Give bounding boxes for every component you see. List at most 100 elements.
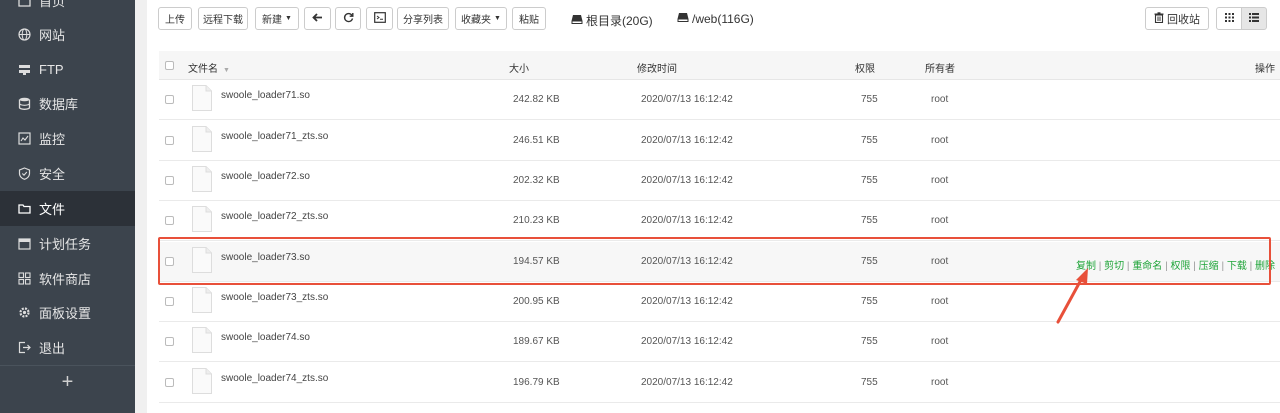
trash-icon — [1154, 11, 1164, 26]
disk-web-link[interactable]: /web(116G) — [677, 12, 754, 26]
file-icon — [192, 327, 212, 353]
file-icon — [192, 206, 212, 232]
sidebar-item-label: 文件 — [39, 202, 66, 217]
sidebar-item-security[interactable]: 安全 — [0, 156, 135, 191]
sidebar-item-logout[interactable]: 退出 — [0, 330, 135, 365]
sidebar-item-database[interactable]: 数据库 — [0, 86, 135, 121]
table-row[interactable]: swoole_loader72.so 202.32 KB 2020/07/13 16… — [159, 161, 1280, 201]
column-header-ops: 操作 — [1255, 64, 1275, 75]
share-list-button[interactable]: 分享列表 — [397, 7, 449, 30]
file-name[interactable]: swoole_loader73_zts.so — [221, 292, 328, 303]
column-header-mtime[interactable]: 修改时间 — [637, 60, 677, 75]
list-view-button[interactable] — [1241, 7, 1267, 30]
row-checkbox[interactable] — [165, 378, 174, 387]
file-mtime: 2020/07/13 16:12:42 — [641, 377, 733, 388]
globe-icon — [17, 28, 31, 42]
column-header-owner[interactable]: 所有者 — [925, 60, 955, 75]
list-view-icon — [1249, 12, 1259, 25]
sort-caret-icon: ▼ — [223, 67, 230, 74]
file-name[interactable]: swoole_loader72.so — [221, 171, 310, 182]
sidebar-item-store[interactable]: 软件商店 — [0, 261, 135, 296]
new-dropdown-button[interactable]: 新建 ▼ — [255, 7, 299, 30]
file-owner[interactable]: root — [931, 94, 948, 105]
file-perm[interactable]: 755 — [861, 135, 878, 146]
select-all-checkbox[interactable] — [165, 61, 174, 70]
recycle-bin-label: 回收站 — [1167, 13, 1200, 26]
sidebar-item-label: 计划任务 — [39, 237, 92, 252]
sidebar-item-website[interactable]: 网站 — [0, 17, 135, 52]
column-header-name[interactable]: 文件名 ▼ — [188, 60, 230, 75]
table-row[interactable]: swoole_loader71.so 242.82 KB 2020/07/13 16… — [159, 80, 1280, 120]
row-checkbox[interactable] — [165, 136, 174, 145]
favorites-dropdown-button[interactable]: 收藏夹 ▼ — [455, 7, 507, 30]
database-icon — [17, 97, 31, 111]
grid-view-button[interactable] — [1216, 7, 1242, 30]
file-icon — [192, 287, 212, 313]
column-header-perm[interactable]: 权限 — [855, 60, 875, 75]
row-checkbox[interactable] — [165, 337, 174, 346]
file-size: 200.95 KB — [513, 296, 560, 307]
file-perm[interactable]: 755 — [861, 94, 878, 105]
sidebar-item-ftp[interactable]: FTP — [0, 52, 135, 87]
sidebar-item-monitor[interactable]: 监控 — [0, 121, 135, 156]
table-row[interactable]: swoole_loader74.so 189.67 KB 2020/07/13 16… — [159, 322, 1280, 362]
file-icon — [192, 85, 212, 111]
row-checkbox[interactable] — [165, 95, 174, 104]
remote-download-button[interactable]: 远程下载 — [198, 7, 248, 30]
sidebar-item-cron[interactable]: 计划任务 — [0, 226, 135, 261]
file-icon — [192, 368, 212, 394]
toolbar: 上传 远程下载 新建 ▼ 分享列表 收藏夹 ▼ 粘贴 根目录(20G) /web… — [147, 0, 1280, 40]
file-table: 文件名 ▼ 大小 修改时间 权限 所有者 操作 swoole_loader71.s… — [159, 51, 1280, 403]
file-perm[interactable]: 755 — [861, 296, 878, 307]
file-mtime: 2020/07/13 16:12:42 — [641, 94, 733, 105]
file-perm[interactable]: 755 — [861, 215, 878, 226]
ftp-icon — [17, 63, 31, 77]
file-name[interactable]: swoole_loader71.so — [221, 90, 310, 101]
back-arrow-icon — [312, 12, 323, 25]
sidebar-item-settings[interactable]: 面板设置 — [0, 295, 135, 330]
file-owner[interactable]: root — [931, 175, 948, 186]
file-owner[interactable]: root — [931, 135, 948, 146]
row-checkbox[interactable] — [165, 216, 174, 225]
paste-button[interactable]: 粘贴 — [512, 7, 546, 30]
grid-icon — [17, 272, 31, 286]
table-row[interactable]: swoole_loader74_zts.so 196.79 KB 2020/07/1… — [159, 363, 1280, 403]
add-menu-button[interactable]: + — [0, 365, 135, 399]
terminal-button[interactable] — [366, 7, 393, 30]
file-perm[interactable]: 755 — [861, 175, 878, 186]
sidebar-item-label: FTP — [39, 62, 64, 77]
table-row[interactable]: swoole_loader72_zts.so 210.23 KB 2020/07/1… — [159, 201, 1280, 241]
row-checkbox[interactable] — [165, 176, 174, 185]
row-checkbox[interactable] — [165, 297, 174, 306]
table-row[interactable]: swoole_loader73_zts.so 200.95 KB 2020/07/1… — [159, 282, 1280, 322]
column-header-size[interactable]: 大小 — [509, 60, 529, 75]
file-icon — [192, 126, 212, 152]
column-header-name-label: 文件名 — [188, 64, 218, 75]
file-size: 202.32 KB — [513, 175, 560, 186]
file-owner[interactable]: root — [931, 296, 948, 307]
disk-root-link[interactable]: 根目录(20G) — [571, 12, 653, 29]
sidebar-item-label: 面板设置 — [39, 306, 92, 321]
file-size: 189.67 KB — [513, 336, 560, 347]
file-perm[interactable]: 755 — [861, 336, 878, 347]
file-name[interactable]: swoole_loader74.so — [221, 332, 310, 343]
table-row[interactable]: swoole_loader71_zts.so 246.51 KB 2020/07/1… — [159, 121, 1280, 161]
file-name[interactable]: swoole_loader74_zts.so — [221, 373, 328, 384]
sidebar-item-files[interactable]: 文件 — [0, 191, 135, 226]
sidebar-item-home[interactable]: 首页 — [0, 0, 135, 18]
sidebar-item-label: 网站 — [39, 28, 66, 43]
back-button[interactable] — [304, 7, 331, 30]
sidebar-item-label: 监控 — [39, 132, 66, 147]
disk-root-label: 根目录(20G) — [586, 14, 653, 28]
upload-button[interactable]: 上传 — [158, 7, 192, 30]
calendar-icon — [17, 237, 31, 251]
file-owner[interactable]: root — [931, 377, 948, 388]
recycle-bin-button[interactable]: 回收站 — [1145, 7, 1209, 30]
file-owner[interactable]: root — [931, 215, 948, 226]
file-name[interactable]: swoole_loader72_zts.so — [221, 211, 328, 222]
file-icon — [192, 166, 212, 192]
refresh-button[interactable] — [335, 7, 361, 30]
file-owner[interactable]: root — [931, 336, 948, 347]
file-perm[interactable]: 755 — [861, 377, 878, 388]
file-name[interactable]: swoole_loader71_zts.so — [221, 131, 328, 142]
